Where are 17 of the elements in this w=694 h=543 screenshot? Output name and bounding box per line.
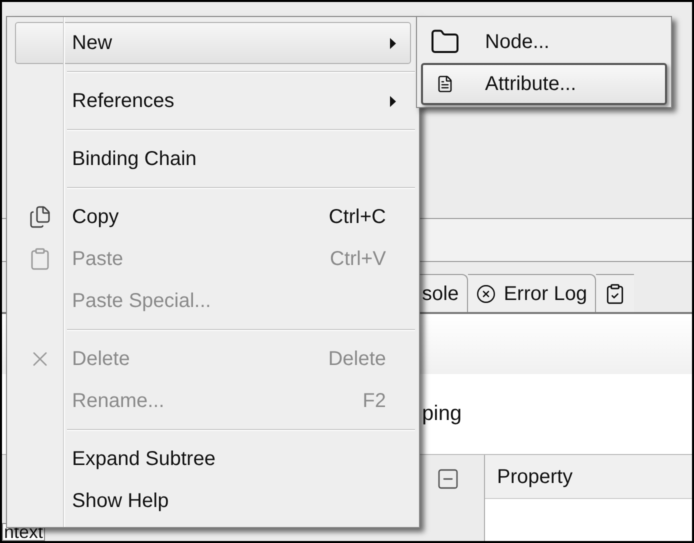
submenu-arrow-icon (390, 96, 396, 106)
submenu-item[interactable]: Attribute... (421, 63, 667, 105)
error-log-icon (476, 284, 496, 304)
section-label: ping (422, 401, 462, 428)
menu-item[interactable]: New (15, 22, 411, 64)
copy-icon (28, 205, 52, 229)
menu-item[interactable]: Copy Ctrl+C (15, 196, 411, 238)
document-icon (436, 75, 454, 93)
menu-item[interactable]: References (15, 80, 411, 122)
submenu-item[interactable]: Node... (421, 21, 667, 63)
menu-item[interactable]: Show Help (15, 480, 411, 522)
menu-item[interactable]: Expand Subtree (15, 438, 411, 480)
view-tab[interactable]: Error Log (468, 274, 596, 312)
submenu-arrow-icon (390, 38, 396, 48)
collapse-icon[interactable] (436, 467, 460, 491)
menu-item[interactable]: Binding Chain (15, 138, 411, 180)
column-header[interactable]: Property (485, 455, 692, 499)
